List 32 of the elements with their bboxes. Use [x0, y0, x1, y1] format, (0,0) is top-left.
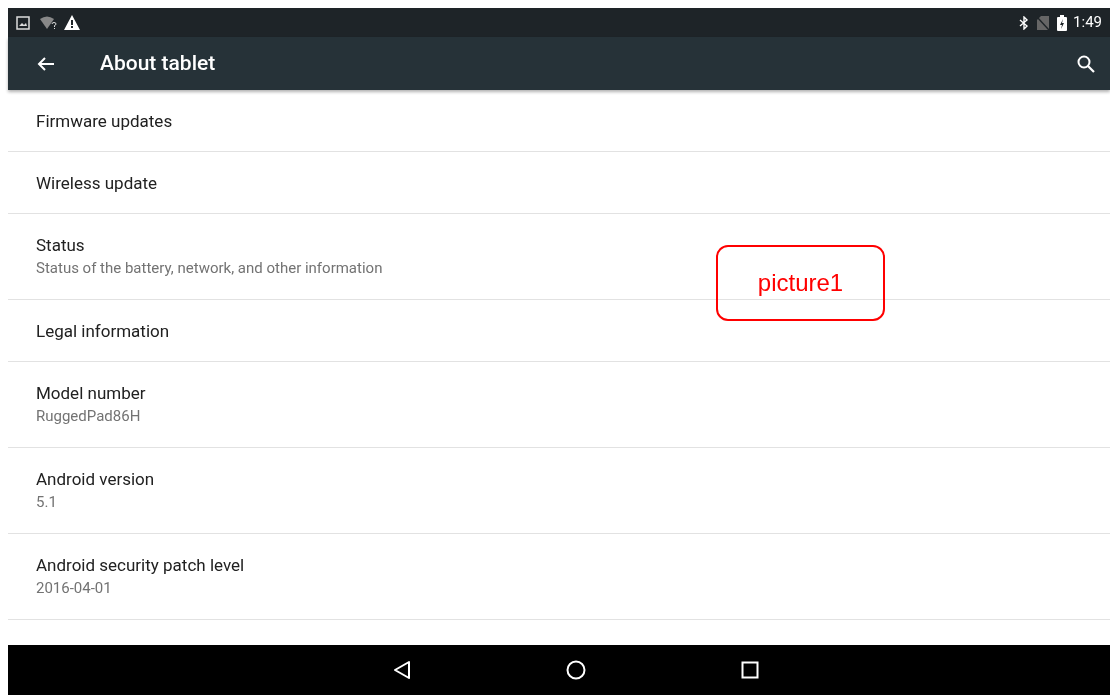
item-title: Android security patch level — [36, 553, 246, 576]
item-title: Status — [36, 233, 86, 256]
warning-icon — [64, 15, 80, 30]
search-icon — [1077, 54, 1095, 73]
settings-item[interactable]: Wireless update — [8, 152, 1110, 214]
no-sim-icon — [1037, 15, 1050, 30]
item-title: Firmware updates — [36, 109, 174, 132]
bluetooth-icon — [1019, 15, 1030, 30]
item-summary: RuggedPad86H — [36, 405, 142, 427]
image-icon — [16, 15, 30, 30]
settings-item[interactable]: Firmware updates — [8, 90, 1110, 152]
back-arrow-icon — [37, 55, 55, 72]
settings-item[interactable]: Legal information — [8, 300, 1110, 362]
screen-title: About tablet — [100, 49, 216, 77]
item-summary: Status of the battery, network, and other information — [36, 257, 384, 279]
item-title: Model number — [36, 381, 147, 404]
wifi-icon — [40, 15, 58, 30]
battery-charging-icon — [1057, 14, 1068, 31]
home-nav-button[interactable] — [564, 658, 588, 682]
triangle-icon — [393, 660, 411, 680]
item-title: Legal information — [36, 319, 171, 342]
item-summary: 2016-04-01 — [36, 577, 113, 599]
settings-item[interactable]: Android security patch level 2016-04-01 — [8, 534, 1110, 620]
callout-label: picture1 — [716, 245, 885, 321]
circle-icon — [566, 660, 586, 680]
settings-item[interactable]: Model number RuggedPad86H — [8, 362, 1110, 448]
item-summary: 5.1 — [36, 491, 58, 513]
settings-item[interactable]: Android version 5.1 — [8, 448, 1110, 534]
square-icon — [741, 661, 759, 679]
item-title: Android version — [36, 467, 156, 490]
item-title: Wireless update — [36, 171, 159, 194]
clock-time: 1:49 — [1073, 12, 1102, 34]
